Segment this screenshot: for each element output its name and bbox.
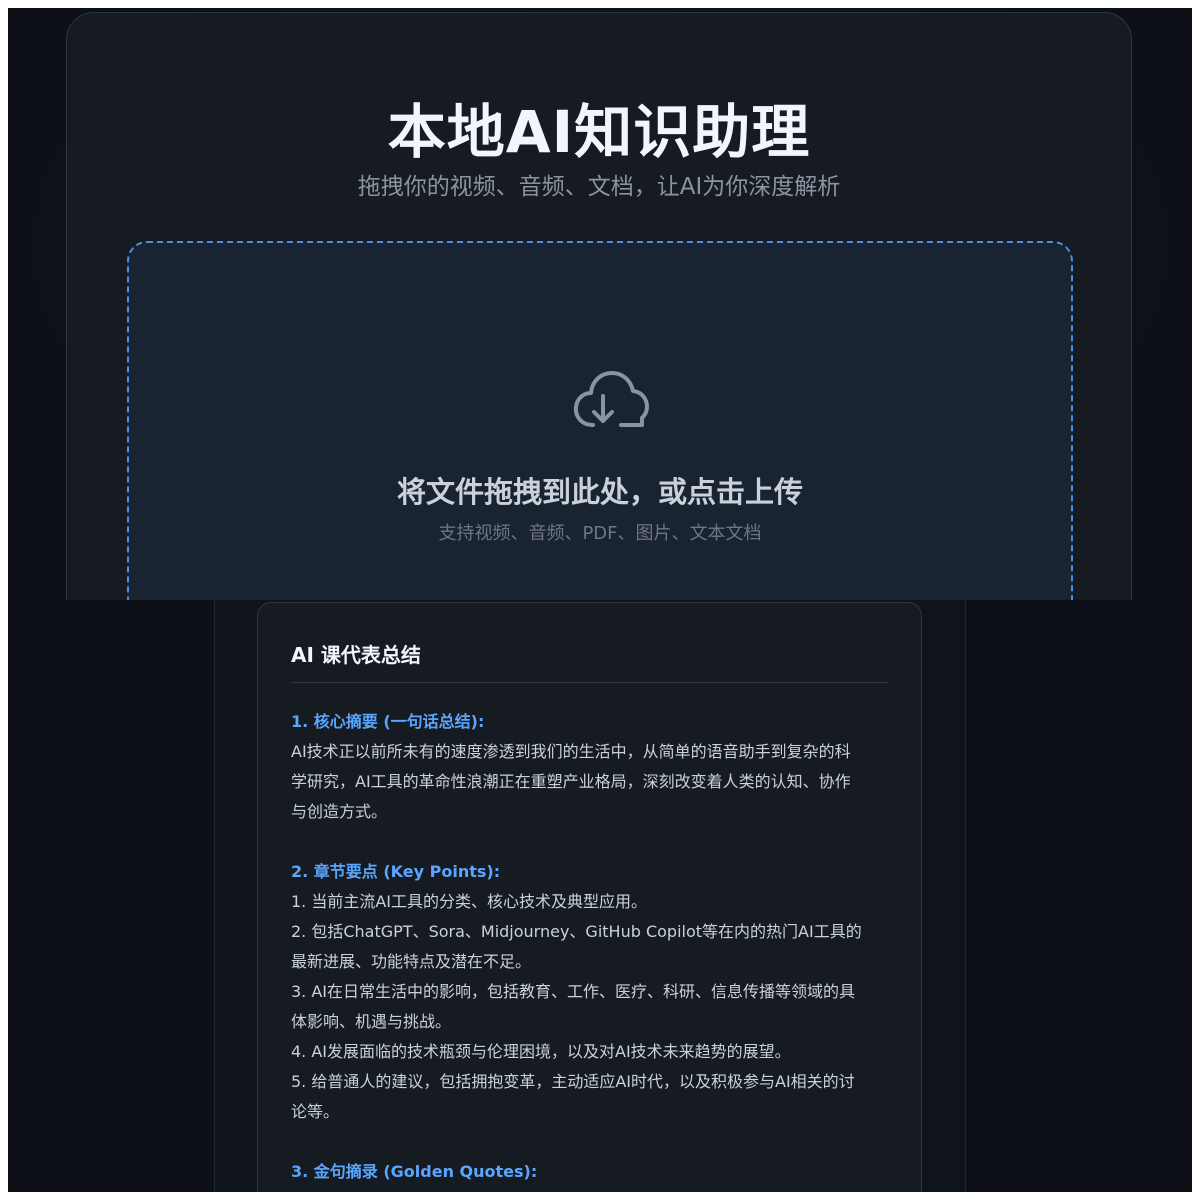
core-summary-line: AI技术正以前所未有的速度渗透到我们的生活中，从简单的语音助手到复杂的科 <box>291 742 851 761</box>
key-point-line: 论等。 <box>291 1102 340 1121</box>
section-heading-quotes: 3. 金句摘录 (Golden Quotes): <box>291 1162 538 1181</box>
section-heading-core: 1. 核心摘要 (一句话总结): <box>291 712 485 731</box>
app-subtitle: 拖拽你的视频、音频、文档，让AI为你深度解析 <box>357 174 841 200</box>
dropzone-title: 将文件拖拽到此处，或点击上传 <box>396 475 803 509</box>
key-point-line: 最新进展、功能特点及潜在不足。 <box>291 952 532 971</box>
key-point-line: 5. 给普通人的建议，包括拥抱变革，主动适应AI时代，以及积极参与AI相关的讨 <box>291 1072 855 1091</box>
key-point-line: 4. AI发展面临的技术瓶颈与伦理困境，以及对AI技术未来趋势的展望。 <box>291 1042 791 1061</box>
screenshot-frame: 本地AI知识助理 拖拽你的视频、音频、文档，让AI为你深度解析 将文件拖拽到此处… <box>8 8 1192 1192</box>
file-dropzone[interactable]: 将文件拖拽到此处，或点击上传 支持视频、音频、PDF、图片、文本文档 <box>127 241 1073 600</box>
summary-content: 1. 核心摘要 (一句话总结): AI技术正以前所未有的速度渗透到我们的生活中，… <box>291 707 891 1187</box>
summary-card: AI 课代表总结 1. 核心摘要 (一句话总结): AI技术正以前所未有的速度渗… <box>257 602 922 1192</box>
core-summary-line: 与创造方式。 <box>291 802 388 821</box>
key-point-line: 2. 包括ChatGPT、Sora、Midjourney、GitHub Copi… <box>291 922 862 941</box>
main-card: 本地AI知识助理 拖拽你的视频、音频、文档，让AI为你深度解析 将文件拖拽到此处… <box>66 12 1132 600</box>
dropzone-hint: 支持视频、音频、PDF、图片、文本文档 <box>438 523 762 544</box>
summary-page: AI 课代表总结 1. 核心摘要 (一句话总结): AI技术正以前所未有的速度渗… <box>8 600 1192 1192</box>
core-summary-line: 学研究，AI工具的革命性浪潮正在重塑产业格局，深刻改变着人类的认知、协作 <box>291 772 851 791</box>
summary-title: AI 课代表总结 <box>291 643 421 667</box>
section-heading-key-points: 2. 章节要点 (Key Points): <box>291 862 501 881</box>
key-point-line: 1. 当前主流AI工具的分类、核心技术及典型应用。 <box>291 892 648 911</box>
summary-divider <box>291 682 888 683</box>
upload-page: 本地AI知识助理 拖拽你的视频、音频、文档，让AI为你深度解析 将文件拖拽到此处… <box>8 8 1192 600</box>
app-title: 本地AI知识助理 <box>387 98 811 166</box>
key-point-line: 3. AI在日常生活中的影响，包括教育、工作、医疗、科研、信息传播等领域的具 <box>291 982 856 1001</box>
key-point-line: 体影响、机遇与挑战。 <box>291 1012 452 1031</box>
cloud-download-icon <box>573 371 649 427</box>
